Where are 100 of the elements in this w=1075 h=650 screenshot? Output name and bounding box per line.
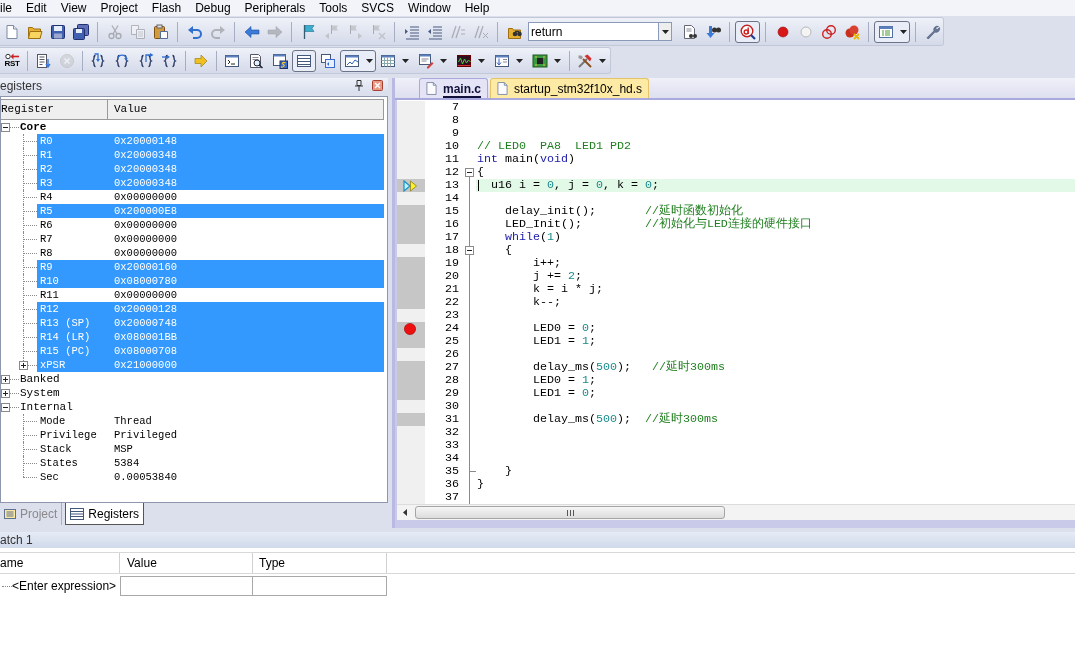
- toolbar-button[interactable]: RST: [0, 49, 24, 72]
- document-magnifier-icon: [248, 52, 264, 69]
- menu-item[interactable]: ile: [0, 2, 12, 14]
- expand-icon[interactable]: [1, 374, 10, 384]
- menu-item[interactable]: Edit: [26, 2, 47, 14]
- collapse-icon[interactable]: [465, 246, 474, 255]
- line-number: 21: [445, 283, 459, 296]
- code-line: k--;: [531, 296, 562, 309]
- executable-lines-bar: [397, 361, 425, 400]
- register-value: 0x00000000: [114, 191, 177, 203]
- code-line: {: [503, 244, 513, 257]
- undo-icon: [186, 23, 203, 40]
- terminal-window-icon: [224, 52, 240, 69]
- table-cell[interactable]: [253, 576, 387, 596]
- menu-item[interactable]: Window: [408, 2, 451, 14]
- circuit-board-icon: [532, 52, 548, 69]
- register-name: R0: [39, 135, 54, 147]
- dropdown-button[interactable]: [658, 23, 671, 40]
- toolbar-button[interactable]: [340, 49, 376, 72]
- register-value: Thread: [114, 415, 152, 427]
- tree-item[interactable]: System: [20, 387, 60, 399]
- line-number: 15: [445, 205, 459, 218]
- register-name: xPSR: [39, 359, 67, 371]
- line-number: 33: [445, 439, 459, 452]
- register-name: R10: [39, 275, 60, 287]
- column-header[interactable]: ame: [0, 553, 120, 573]
- circles-cross-icon: [843, 23, 860, 40]
- register-value: 0x00000000: [114, 289, 177, 301]
- collapse-icon[interactable]: [1, 122, 10, 132]
- menu-item[interactable]: Help: [464, 2, 490, 14]
- slashes-cross-icon: [472, 23, 489, 40]
- braces-up-arrow-icon: [138, 52, 154, 69]
- flag-arrow-icon: [323, 23, 340, 40]
- register-name: R13 (SP): [39, 317, 92, 329]
- expand-icon[interactable]: [19, 361, 28, 370]
- line-number: 16: [445, 218, 459, 231]
- register-name: R14 (LR): [39, 331, 92, 343]
- file-tab[interactable]: main.c: [419, 78, 488, 98]
- line-number: 35: [445, 465, 459, 478]
- menu-item[interactable]: Flash: [151, 2, 182, 14]
- line-number: 10: [445, 140, 459, 153]
- code-line: delay_init(); //延时函数初始化: [503, 205, 743, 218]
- close-icon[interactable]: [372, 80, 383, 91]
- double-triangle-icon: [403, 179, 419, 192]
- caret-icon: [440, 58, 447, 63]
- text-cursor: [478, 180, 479, 191]
- file-tab[interactable]: startup_stm32f10x_hd.s: [490, 78, 650, 98]
- menu-item[interactable]: View: [60, 2, 87, 14]
- line-number: 14: [445, 192, 459, 205]
- column-header[interactable]: Value: [120, 553, 253, 573]
- caret-icon: [402, 58, 409, 63]
- register-value: 0x00000000: [114, 247, 177, 259]
- menu-item[interactable]: Debug: [195, 2, 231, 14]
- braces-arch-arrow-icon: [114, 52, 130, 69]
- caret-icon: [661, 29, 669, 34]
- pages-icon: [129, 23, 146, 40]
- collapse-icon[interactable]: [465, 168, 474, 177]
- horizontal-scrollbar[interactable]: [397, 504, 1075, 520]
- hammer-wrench-icon: [577, 52, 593, 69]
- watch-expression[interactable]: <Enter expression>: [12, 580, 117, 592]
- grip-icon: [566, 509, 574, 516]
- toolbar-button[interactable]: [292, 49, 316, 72]
- line-number: 8: [452, 114, 459, 127]
- line-number: 17: [445, 231, 459, 244]
- code-line: LED1 = 1;: [531, 335, 597, 348]
- pin-icon[interactable]: [355, 80, 363, 91]
- executable-lines-bar: [397, 413, 425, 426]
- scrollbar-thumb[interactable]: [415, 506, 725, 519]
- register-value: 0.00053840: [114, 471, 177, 483]
- menu-item[interactable]: Tools: [319, 2, 348, 14]
- register-value: 0x08000780: [114, 275, 177, 287]
- line-number: 18: [445, 244, 459, 257]
- arrow-braces-icon: [162, 52, 178, 69]
- circle-arrow-icon: [5, 53, 19, 60]
- register-name: Stack: [39, 443, 73, 455]
- column-header[interactable]: Register: [1, 99, 108, 120]
- register-name: Privilege: [39, 429, 98, 441]
- tree-item[interactable]: Core: [20, 121, 47, 133]
- register-name: R8: [39, 247, 54, 259]
- line-number: 26: [445, 348, 459, 361]
- code-line: LED0 = 0;: [531, 322, 597, 335]
- scissors-icon: [106, 23, 123, 40]
- menu-item[interactable]: SVCS: [361, 2, 394, 14]
- column-header[interactable]: Value: [108, 99, 384, 120]
- line-number: 32: [445, 426, 459, 439]
- column-header[interactable]: Type: [253, 553, 387, 573]
- menu-item[interactable]: Peripherals: [244, 2, 306, 14]
- tree-item[interactable]: Internal: [20, 401, 73, 413]
- line-number: 30: [445, 400, 459, 413]
- window-tile-icon: [272, 52, 288, 69]
- chart-window-icon: [344, 52, 360, 69]
- tree-item[interactable]: Banked: [20, 373, 60, 385]
- toolbar-button[interactable]: [735, 20, 760, 43]
- table-cell[interactable]: [120, 576, 253, 596]
- menu-item[interactable]: Project: [100, 2, 138, 14]
- expand-icon[interactable]: [1, 388, 10, 398]
- collapse-icon[interactable]: [1, 402, 10, 412]
- panel-tab[interactable]: Registers: [65, 503, 145, 525]
- find-combobox[interactable]: return: [528, 22, 672, 41]
- panel-title: egisters: [0, 79, 44, 92]
